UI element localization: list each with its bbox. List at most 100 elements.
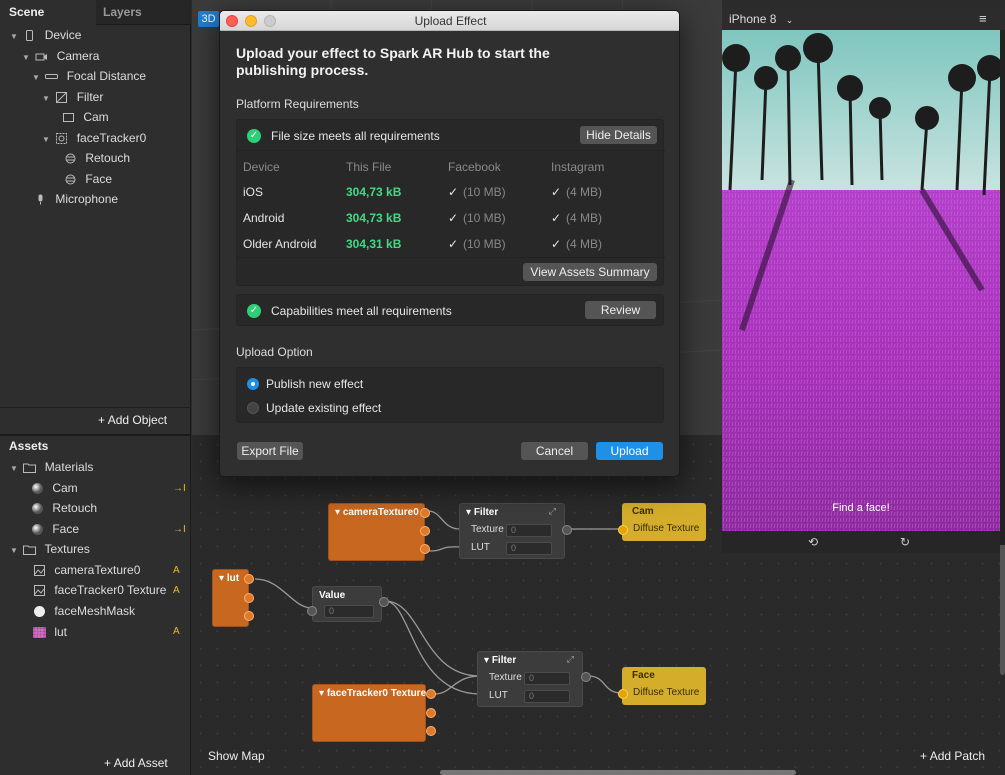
caret-down-icon[interactable]: ▼	[10, 541, 20, 561]
expand-icon[interactable]: ⤢	[567, 654, 574, 665]
row-instagram-limit: (4 MB)	[566, 237, 602, 251]
horizontal-scrollbar[interactable]	[440, 770, 796, 775]
tree-label: Face	[85, 172, 113, 186]
filter-icon	[56, 92, 68, 104]
caret-down-icon[interactable]: ▼	[42, 130, 52, 150]
input-port[interactable]	[307, 606, 317, 616]
texture-icon	[34, 565, 45, 577]
output-port[interactable]	[426, 708, 436, 718]
expand-icon[interactable]: ⤢	[549, 506, 556, 517]
upload-button[interactable]: Upload	[596, 442, 663, 460]
output-port[interactable]	[426, 689, 436, 699]
face-tracker-icon	[56, 133, 68, 145]
tab-scene[interactable]: Scene	[0, 0, 96, 25]
radio-publish-new[interactable]	[247, 378, 259, 390]
option-update-label[interactable]: Update existing effect	[266, 401, 381, 415]
lut-field[interactable]: 0	[524, 690, 570, 703]
hide-details-button[interactable]: Hide Details	[580, 126, 657, 144]
dialog-title: Upload Effect	[414, 14, 487, 28]
output-port[interactable]	[426, 726, 436, 736]
phone-icon	[26, 30, 34, 42]
caret-down-icon: ▾	[219, 573, 227, 584]
review-button[interactable]: Review	[585, 301, 656, 319]
tree-item-camera[interactable]: ▼ Camera	[22, 46, 99, 66]
patch-node-facetracker-texture[interactable]: ▾ faceTracker0 Texture	[312, 684, 426, 742]
rotate-icon[interactable]: ↻	[900, 535, 910, 549]
output-port[interactable]	[244, 574, 254, 584]
file-size-panel: ✓ File size meets all requirements Hide …	[236, 119, 665, 286]
output-port[interactable]	[581, 672, 591, 682]
port-label: Diffuse Texture	[633, 687, 700, 698]
row-instagram-limit: (4 MB)	[566, 185, 602, 199]
divider	[237, 150, 665, 151]
radio-update-existing[interactable]	[247, 402, 259, 414]
patch-node-value[interactable]: Value 0	[312, 586, 382, 622]
tree-item-microphone[interactable]: Microphone	[34, 189, 118, 209]
add-asset-button[interactable]: + Add Asset	[104, 756, 168, 770]
output-port[interactable]	[420, 526, 430, 536]
hamburger-menu-icon[interactable]: ≡	[979, 11, 987, 26]
tree-item-retouch[interactable]: Retouch	[64, 148, 130, 168]
rectangle-icon	[63, 113, 74, 123]
cancel-button[interactable]: Cancel	[521, 442, 588, 460]
input-port[interactable]	[618, 525, 628, 535]
option-publish-label[interactable]: Publish new effect	[266, 377, 363, 391]
output-port[interactable]	[379, 597, 389, 607]
output-port[interactable]	[420, 508, 430, 518]
tree-item-filter[interactable]: ▼ Filter	[42, 87, 103, 107]
patch-node-cam-material[interactable]: Cam Diffuse Texture	[622, 503, 706, 541]
asset-material-cam[interactable]: Cam	[31, 478, 78, 498]
3d-mode-toggle[interactable]: 3D	[198, 11, 219, 27]
asset-texture-cameratexture[interactable]: cameraTexture0	[33, 560, 140, 580]
tree-label: faceTracker0	[76, 131, 147, 145]
asset-material-face[interactable]: Face	[31, 519, 79, 539]
output-port[interactable]	[244, 593, 254, 603]
asset-texture-facetracker[interactable]: faceTracker0 Texture	[33, 580, 166, 600]
asset-texture-lut[interactable]: lut	[33, 622, 67, 642]
asset-group-materials[interactable]: ▼ Materials	[10, 457, 93, 477]
caret-down-icon[interactable]: ▼	[10, 27, 20, 47]
check-circle-icon: ✓	[247, 129, 261, 143]
patch-node-face-material[interactable]: Face Diffuse Texture	[622, 667, 706, 705]
asset-texture-facemeshmask[interactable]: faceMeshMask	[33, 601, 135, 621]
vertical-scrollbar[interactable]	[1000, 535, 1005, 675]
output-port[interactable]	[562, 525, 572, 535]
tab-layers[interactable]: Layers	[96, 0, 191, 25]
patch-node-cameratexture[interactable]: ▾ cameraTexture0	[328, 503, 425, 561]
caret-down-icon[interactable]: ▼	[42, 89, 52, 109]
output-port[interactable]	[244, 611, 254, 621]
input-port[interactable]	[618, 689, 628, 699]
show-map-button[interactable]: Show Map	[208, 749, 265, 763]
asset-group-textures[interactable]: ▼ Textures	[10, 539, 90, 559]
folder-icon	[23, 463, 37, 474]
plus-icon: +	[920, 749, 930, 763]
port-label: Texture	[489, 672, 522, 683]
view-assets-summary-button[interactable]: View Assets Summary	[523, 263, 657, 281]
tree-item-cam[interactable]: Cam	[62, 107, 109, 127]
divider	[0, 407, 191, 408]
add-object-button[interactable]: + Add Object	[98, 413, 167, 427]
add-patch-button[interactable]: + Add Patch	[920, 749, 985, 763]
lut-field[interactable]: 0	[506, 542, 552, 555]
device-selector[interactable]: iPhone 8 ⌄	[729, 12, 793, 26]
caret-down-icon[interactable]: ▼	[10, 459, 20, 479]
patch-node-filter[interactable]: ▾ Filter ⤢ Texture 0 LUT 0	[459, 503, 565, 559]
tree-item-facetracker[interactable]: ▼ faceTracker0	[42, 128, 146, 148]
caret-down-icon[interactable]: ▼	[32, 68, 42, 88]
texture-field[interactable]: 0	[506, 524, 552, 537]
tree-item-focal-distance[interactable]: ▼ Focal Distance	[32, 66, 146, 86]
column-header-instagram: Instagram	[551, 160, 605, 174]
output-port[interactable]	[420, 544, 430, 554]
tree-item-device[interactable]: ▼ Device	[10, 25, 81, 45]
lut-thumbnail-icon	[33, 627, 46, 639]
tree-label: Focal Distance	[66, 69, 147, 83]
patch-node-filter[interactable]: ▾ Filter ⤢ Texture 0 LUT 0	[477, 651, 583, 707]
export-file-button[interactable]: Export File	[237, 442, 303, 460]
asset-material-retouch[interactable]: Retouch	[31, 498, 97, 518]
tree-item-face[interactable]: Face	[64, 169, 112, 189]
switch-camera-icon[interactable]: ⟲	[808, 535, 818, 549]
texture-field[interactable]: 0	[524, 672, 570, 685]
tree-label: Device	[44, 28, 82, 42]
caret-down-icon[interactable]: ▼	[22, 48, 32, 68]
value-field[interactable]: 0	[324, 605, 374, 618]
